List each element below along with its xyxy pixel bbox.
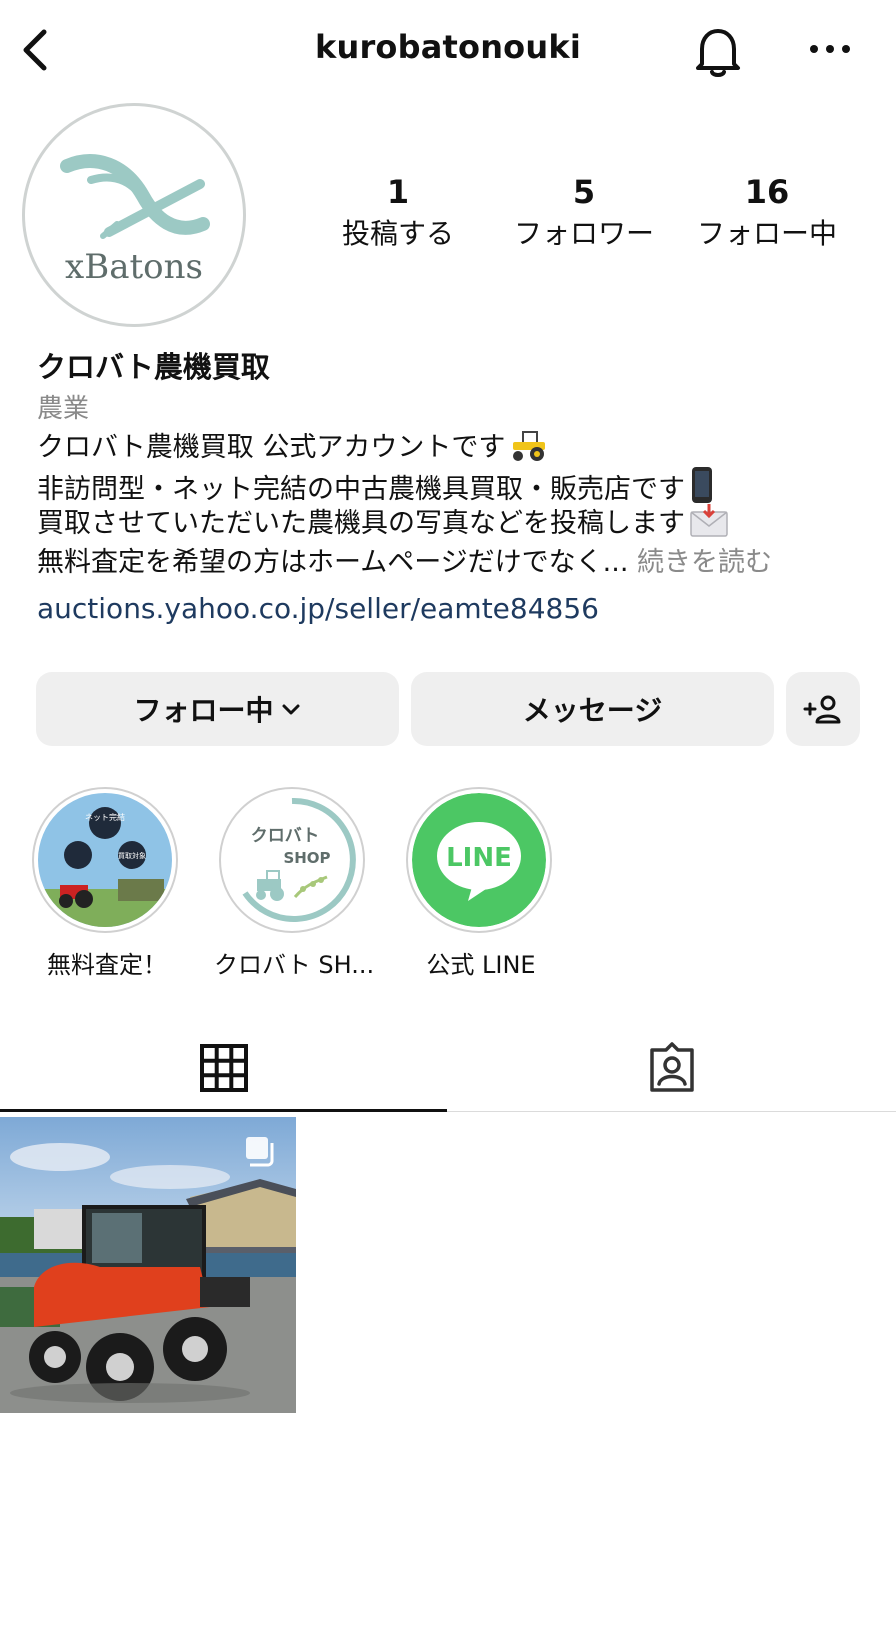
bio-line-1-text: クロバト農機買取 公式アカウントです <box>37 432 506 463</box>
profile-website-link[interactable]: auctions.yahoo.co.jp/seller/eamte84856 <box>37 592 599 625</box>
bio-line-3: 買取させていただいた農機具の写真などを投稿します <box>37 504 729 549</box>
highlight-free-assessment[interactable]: ネット完結 買取対象 無料査定！ <box>32 787 182 980</box>
read-more-link[interactable]: 続きを読む <box>637 547 772 578</box>
followers-count-label: フォロワー <box>513 217 654 250</box>
message-button[interactable]: メッセージ <box>411 672 774 746</box>
post-thumbnail[interactable] <box>0 1117 296 1413</box>
highlight-art-text-1: ネット完結 <box>85 812 125 822</box>
suggested-users-button[interactable] <box>786 672 860 746</box>
tractor-photo <box>0 1117 296 1413</box>
chevron-down-icon <box>282 704 299 715</box>
followers-count-value: 5 <box>572 173 596 211</box>
avatar-logo-text: xBatons <box>65 247 203 287</box>
active-tab-indicator <box>0 1109 447 1112</box>
bio-line-3-text: 買取させていただいた農機具の写真などを投稿します <box>37 508 685 539</box>
following-count-label: フォロー中 <box>696 217 837 250</box>
tab-tagged[interactable] <box>644 1040 700 1096</box>
tagged-person-icon <box>650 1042 694 1092</box>
more-horizontal-icon <box>810 45 850 53</box>
grid-icon <box>200 1044 248 1092</box>
followers-count[interactable]: 5 フォロワー <box>499 172 669 254</box>
highlight-art-text-2: 買取対象 <box>118 851 146 860</box>
profile-category: 農業 <box>37 394 90 424</box>
highlight-official-line[interactable]: LINE 公式 LINE <box>406 787 556 980</box>
bio-line-2-text: 非訪問型・ネット完結の中古農機具買取・販売店です <box>37 474 685 505</box>
message-button-label: メッセージ <box>522 694 663 727</box>
highlight-cover: LINE <box>406 787 552 933</box>
bio-line-4: 無料査定を希望の方はホームページだけでなく... 続きを読む <box>37 544 772 582</box>
highlight-art-text-2: SHOP <box>283 849 330 867</box>
bell-icon <box>696 29 740 77</box>
notifications-button[interactable] <box>692 24 744 80</box>
posts-count-value: 1 <box>386 173 410 211</box>
tab-posts-grid[interactable] <box>196 1040 252 1096</box>
highlight-cover: ネット完結 買取対象 <box>32 787 178 933</box>
highlight-label: クロバト SH... <box>214 951 375 979</box>
following-button-label: フォロー中 <box>133 694 274 727</box>
posts-count[interactable]: 1 投稿する <box>313 172 483 254</box>
profile-display-name: クロバト農機買取 <box>37 350 270 384</box>
bio-line-4-text: 無料査定を希望の方はホームページだけでなく... <box>37 547 629 578</box>
envelope-emoji-icon <box>689 504 729 549</box>
add-user-icon <box>803 695 841 724</box>
highlight-art-text-1: LINE <box>446 843 512 873</box>
posts-count-label: 投稿する <box>341 217 454 250</box>
more-options-button[interactable] <box>806 34 854 64</box>
profile-avatar[interactable]: xBatons <box>22 103 246 327</box>
highlight-label: 公式 LINE <box>426 951 536 979</box>
highlight-cover: クロバト SHOP <box>219 787 365 933</box>
profile-username: kurobatonouki <box>314 28 581 66</box>
highlight-kurobato-shop[interactable]: クロバト SHOP クロバト SH... <box>214 787 374 980</box>
highlight-art-text-1: クロバト <box>251 826 320 846</box>
highlight-label: 無料査定！ <box>47 951 167 979</box>
following-count[interactable]: 16 フォロー中 <box>682 172 852 254</box>
following-button[interactable]: フォロー中 <box>36 672 399 746</box>
following-count-value: 16 <box>744 173 790 211</box>
